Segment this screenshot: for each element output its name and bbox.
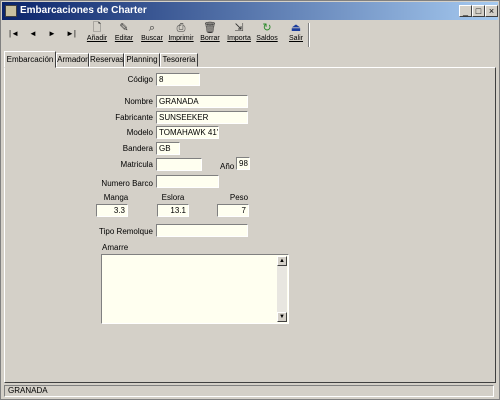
window-title: Embarcaciones de Charter <box>20 5 147 16</box>
fabricante-label: Fabricante <box>101 113 153 122</box>
amarre-textarea[interactable]: ▲ ▼ <box>101 254 289 324</box>
close-button[interactable]: × <box>485 5 498 17</box>
modelo-label: Modelo <box>101 128 153 137</box>
search-button[interactable]: ⌕ Buscar <box>139 22 165 48</box>
title-bar[interactable]: Embarcaciones de Charter _ □ × <box>2 2 498 20</box>
print-button[interactable]: ⎙ Imprimir <box>168 22 194 48</box>
manga-label: Manga <box>96 193 136 202</box>
amarre-scrollbar[interactable]: ▲ ▼ <box>277 256 287 322</box>
tipo-remolque-label: Tipo Remolque <box>91 227 153 236</box>
anio-label: Año <box>220 162 234 171</box>
toolbar: |◄ ◄ ► ►| 🗋 Añadir ✎ Editar ⌕ Buscar ⎙ I… <box>2 21 498 48</box>
peso-label: Peso <box>223 193 255 202</box>
bandera-label: Bandera <box>101 144 153 153</box>
balance-button[interactable]: ↻ Saldos <box>254 22 280 48</box>
tab-panel-embarcacion <box>4 67 496 383</box>
tab-reservas[interactable]: Reservas <box>89 53 124 67</box>
status-bar: GRANADA <box>2 384 498 398</box>
maximize-button[interactable]: □ <box>472 5 485 17</box>
edit-icon: ✎ <box>111 22 137 35</box>
trash-icon: 🗑 <box>197 22 223 35</box>
status-text: GRANADA <box>4 385 494 397</box>
main-window: Embarcaciones de Charter _ □ × |◄ ◄ ► ►|… <box>0 0 500 400</box>
previous-record-icon[interactable]: ◄ <box>26 27 40 41</box>
balance-icon: ↻ <box>254 22 280 35</box>
manga-field[interactable]: 3.3 <box>96 204 128 217</box>
add-button[interactable]: 🗋 Añadir <box>84 22 110 48</box>
tab-tesoreria[interactable]: Tesoreria <box>160 53 198 67</box>
bandera-field[interactable]: GB <box>156 142 180 155</box>
tipo-remolque-field[interactable] <box>156 224 248 237</box>
scroll-up-icon[interactable]: ▲ <box>277 256 287 266</box>
tab-planning[interactable]: Planning <box>124 53 160 67</box>
import-icon: ⇲ <box>226 22 252 35</box>
delete-button[interactable]: 🗑 Borrar <box>197 22 223 48</box>
import-button[interactable]: ⇲ Importa <box>226 22 252 48</box>
codigo-field[interactable]: 8 <box>156 73 200 86</box>
eslora-label: Eslora <box>157 193 189 202</box>
matricula-label: Matricula <box>101 160 153 169</box>
exit-button[interactable]: ⏏ Salir <box>283 22 309 48</box>
eslora-field[interactable]: 13.1 <box>157 204 189 217</box>
tab-armador[interactable]: Armador <box>56 53 89 67</box>
printer-icon: ⎙ <box>168 22 194 35</box>
fabricante-field[interactable]: SUNSEEKER <box>156 111 248 124</box>
matricula-field[interactable] <box>156 158 202 171</box>
first-record-icon[interactable]: |◄ <box>7 27 21 41</box>
next-record-icon[interactable]: ► <box>45 27 59 41</box>
last-record-icon[interactable]: ►| <box>64 27 78 41</box>
new-doc-icon: 🗋 <box>84 22 110 35</box>
codigo-label: Código <box>101 75 153 84</box>
search-icon: ⌕ <box>139 22 165 35</box>
exit-icon: ⏏ <box>283 22 309 35</box>
nombre-label: Nombre <box>101 97 153 106</box>
numero-barco-label: Numero Barco <box>91 179 153 188</box>
numero-barco-field[interactable] <box>156 175 219 188</box>
modelo-field[interactable]: TOMAHAWK 41' <box>156 126 219 139</box>
amarre-label: Amarre <box>102 243 128 252</box>
scroll-down-icon[interactable]: ▼ <box>277 312 287 322</box>
minimize-button[interactable]: _ <box>459 5 472 17</box>
peso-field[interactable]: 7 <box>217 204 249 217</box>
tab-embarcacion[interactable]: Embarcación <box>4 51 56 68</box>
toolbar-separator <box>308 23 310 47</box>
anio-field[interactable]: 98 <box>236 157 250 170</box>
edit-button[interactable]: ✎ Editar <box>111 22 137 48</box>
app-icon <box>5 5 17 17</box>
nombre-field[interactable]: GRANADA <box>156 95 248 108</box>
